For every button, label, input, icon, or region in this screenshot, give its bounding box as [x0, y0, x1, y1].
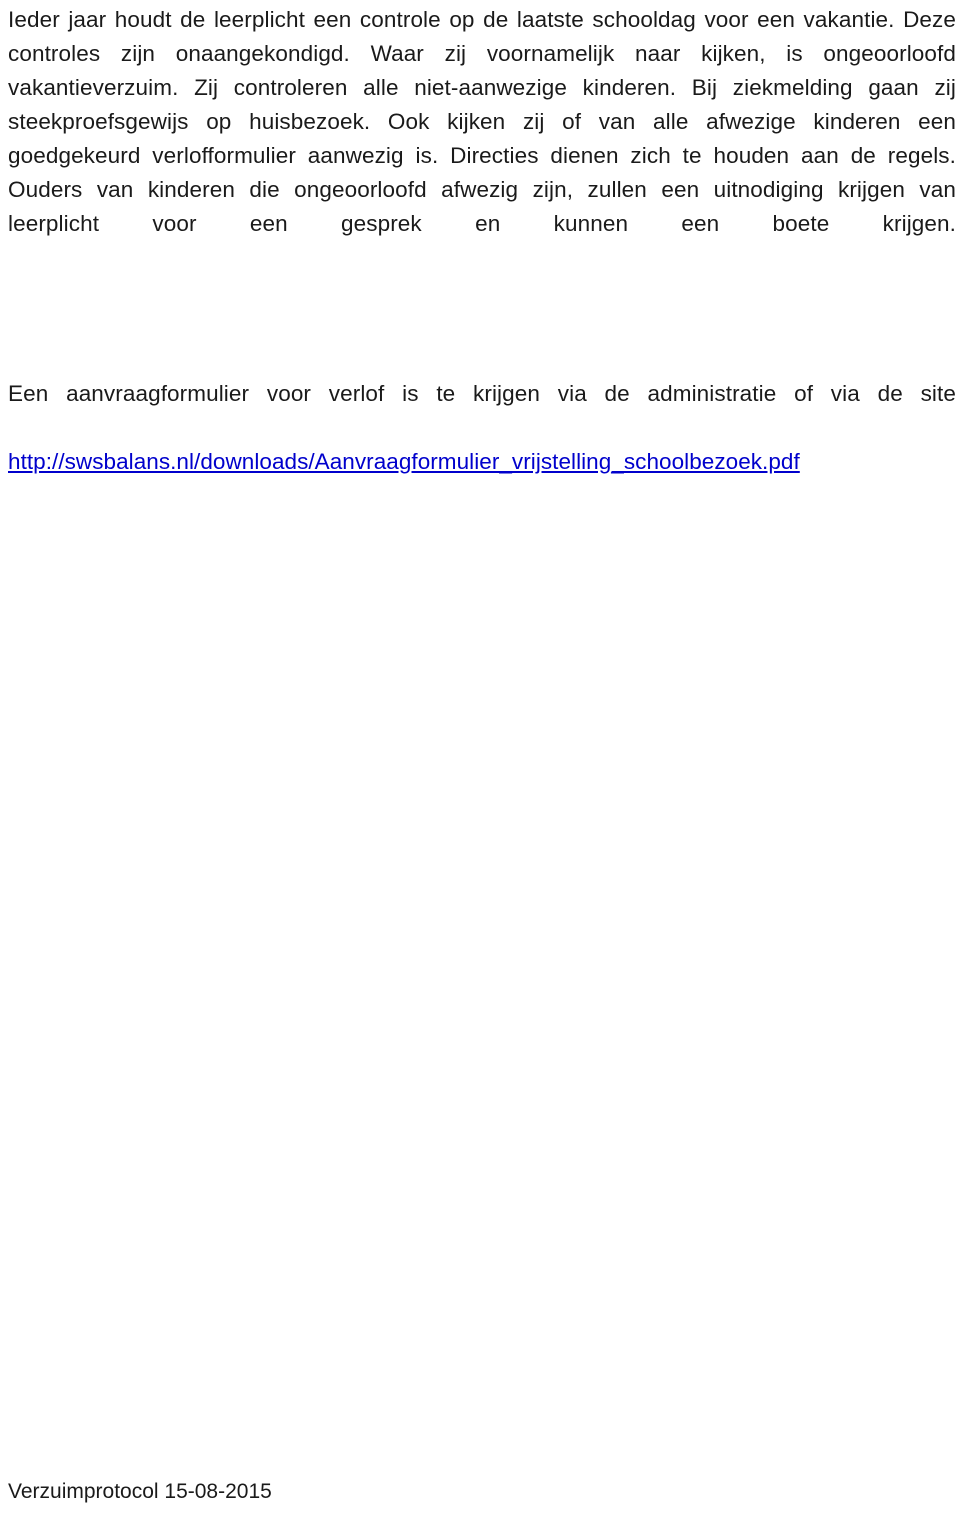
- document-page: Ieder jaar houdt de leerplicht een contr…: [0, 0, 960, 1518]
- document-body: Ieder jaar houdt de leerplicht een contr…: [8, 0, 956, 479]
- page-footer: Verzuimprotocol 15-08-2015: [8, 1480, 272, 1503]
- link-line: http://swsbalans.nl/downloads/Aanvraagfo…: [8, 445, 956, 479]
- aanvraagformulier-pdf-link[interactable]: http://swsbalans.nl/downloads/Aanvraagfo…: [8, 449, 800, 474]
- paragraph-leerplicht-controle: Ieder jaar houdt de leerplicht een contr…: [8, 7, 956, 236]
- paragraph-aanvraagformulier: Een aanvraagformulier voor verlof is te …: [8, 381, 956, 406]
